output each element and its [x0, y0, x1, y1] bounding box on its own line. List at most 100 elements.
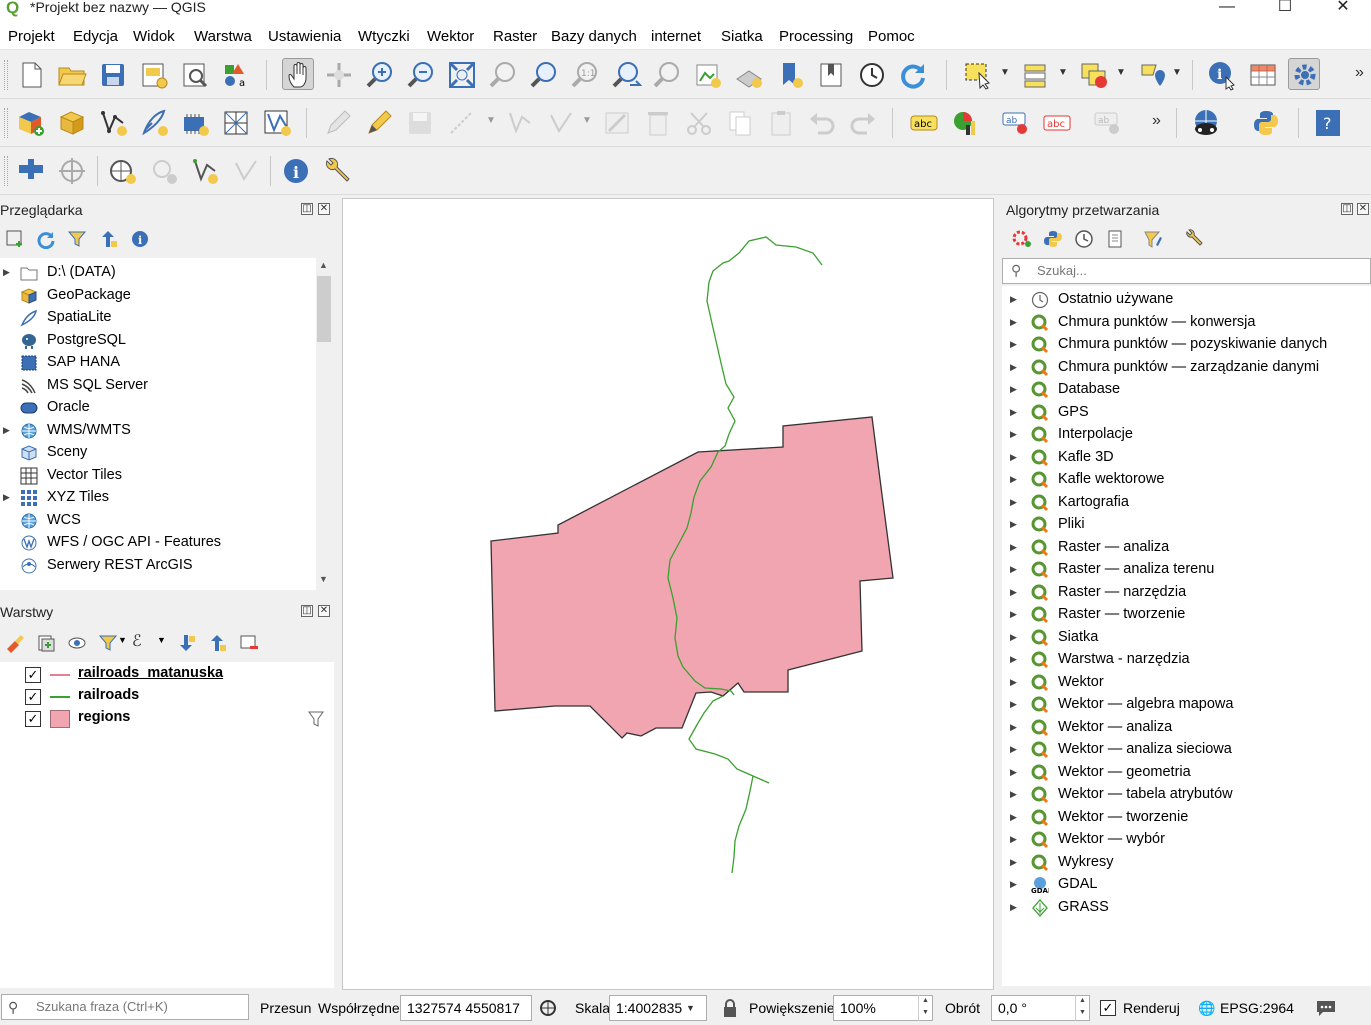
expand-arrow-icon[interactable]: ▶	[1010, 581, 1017, 603]
select-by-value-icon[interactable]	[1020, 59, 1052, 91]
about-info-icon[interactable]: i	[280, 155, 312, 187]
move-label-icon[interactable]: ab	[1092, 107, 1124, 139]
browser-item[interactable]: ▶ XYZ Tiles	[0, 486, 316, 508]
processing-search-input[interactable]: ⚲ Szukaj...	[1002, 258, 1371, 284]
paste-features-icon[interactable]	[765, 107, 797, 139]
expand-all-icon[interactable]	[176, 633, 196, 653]
vertex-editor-icon[interactable]	[189, 155, 221, 187]
browser-item[interactable]: MS SQL Server	[0, 374, 316, 396]
layer-diagram-icon[interactable]	[949, 107, 981, 139]
zoom-to-selection-icon[interactable]	[487, 59, 519, 91]
options-wrench-icon[interactable]	[1183, 229, 1205, 249]
algorithm-group[interactable]: ▶ Wektor — analiza sieciowa	[1000, 738, 1369, 760]
expand-arrow-icon[interactable]: ▶	[1010, 536, 1017, 558]
magnifier-spinner[interactable]: ▲ ▼	[918, 995, 932, 1021]
expand-arrow-icon[interactable]: ▶	[1010, 873, 1017, 895]
expand-arrow-icon[interactable]: ▶	[1010, 648, 1017, 670]
edit-layers-icon[interactable]	[322, 107, 354, 139]
identify-features-icon[interactable]: i	[1206, 59, 1238, 91]
save-layer-edits-icon[interactable]	[404, 107, 436, 139]
crs-globe-icon[interactable]: 🌐	[1198, 995, 1215, 1021]
browser-item[interactable]: GeoPackage	[0, 284, 316, 306]
undo-icon[interactable]	[806, 107, 838, 139]
move-point-icon[interactable]	[148, 155, 180, 187]
vertex-tool-icon[interactable]	[504, 107, 536, 139]
algorithm-group[interactable]: ▶ Wektor — tabela atrybutów	[1000, 783, 1369, 805]
magnifier-field[interactable]: 100% ▲ ▼	[833, 995, 933, 1021]
manage-visibility-icon[interactable]	[67, 633, 87, 653]
expression-dropdown-icon[interactable]: ▼	[157, 635, 166, 645]
expand-arrow-icon[interactable]: ▶	[1010, 626, 1017, 648]
layout-manager-icon[interactable]	[179, 59, 211, 91]
processing-toolbox-icon[interactable]	[1288, 58, 1320, 90]
select-location-icon[interactable]	[1136, 59, 1168, 91]
algorithm-group[interactable]: ▶ Chmura punktów — pozyskiwanie danych	[1000, 333, 1369, 355]
menu-ustawienia[interactable]: Ustawienia	[268, 28, 341, 45]
history-icon[interactable]	[1073, 229, 1095, 249]
new-mesh-layer-icon[interactable]	[261, 107, 293, 139]
pan-map-icon[interactable]	[282, 58, 314, 90]
collapse-all-icon[interactable]	[98, 229, 118, 249]
menu-projekt[interactable]: Projekt	[8, 28, 55, 45]
python-console-icon[interactable]	[1250, 107, 1282, 139]
python-scripts-icon[interactable]	[1042, 229, 1064, 249]
close-panel-icon[interactable]: ✕	[1357, 203, 1369, 215]
browser-item[interactable]: Sceny	[0, 441, 316, 463]
algorithm-group[interactable]: ▶ Raster — analiza	[1000, 536, 1369, 558]
layer-visibility-checkbox[interactable]: ✓	[25, 667, 41, 683]
menu-raster[interactable]: Raster	[493, 28, 537, 45]
cut-features-icon[interactable]	[683, 107, 715, 139]
zoom-next-icon[interactable]	[651, 59, 683, 91]
modify-attributes-icon[interactable]	[545, 107, 577, 139]
menu-internet[interactable]: internet	[651, 28, 701, 45]
refresh-browser-icon[interactable]	[36, 229, 56, 250]
select-value-dropdown-icon[interactable]: ▼	[1058, 67, 1068, 78]
browser-item[interactable]: SpatiaLite	[0, 306, 316, 328]
algorithm-group[interactable]: ▶ Wektor — algebra mapowa	[1000, 693, 1369, 715]
expand-arrow-icon[interactable]: ▶	[1010, 401, 1017, 423]
zoom-last-icon[interactable]	[610, 59, 643, 91]
float-panel-icon[interactable]: ◫	[1341, 203, 1353, 215]
close-button[interactable]: ✕	[1314, 0, 1371, 24]
layer-visibility-checkbox[interactable]: ✓	[25, 689, 41, 705]
select-dropdown-icon[interactable]: ▼	[1000, 67, 1010, 78]
expand-arrow-icon[interactable]: ▶	[1010, 783, 1017, 805]
filter-expression-icon[interactable]: ℰ	[132, 633, 152, 653]
expand-arrow-icon[interactable]: ▶	[1010, 468, 1017, 490]
algorithm-group[interactable]: ▶ Warstwa - narzędzia	[1000, 648, 1369, 670]
pan-to-selection-icon[interactable]	[323, 59, 355, 91]
close-panel-icon[interactable]: ✕	[318, 203, 330, 215]
menu-siatka[interactable]: Siatka	[721, 28, 763, 45]
help-icon[interactable]: ?	[1312, 107, 1344, 139]
algorithm-group[interactable]: ▶ Wektor	[1000, 671, 1369, 693]
algorithm-group[interactable]: ▶ Kartografia	[1000, 491, 1369, 513]
reshape-icon[interactable]	[230, 155, 262, 187]
expand-arrow-icon[interactable]: ▶	[1010, 423, 1017, 445]
expand-arrow-icon[interactable]: ▶	[1010, 311, 1017, 333]
lock-scale-icon[interactable]	[721, 998, 739, 1018]
menu-wektor[interactable]: Wektor	[427, 28, 474, 45]
models-icon[interactable]	[1011, 229, 1033, 249]
select-features-icon[interactable]	[962, 59, 994, 91]
zoom-native-icon[interactable]: 1:1	[569, 59, 601, 91]
style-panel-icon[interactable]	[5, 633, 25, 653]
algorithm-group[interactable]: ▶ Raster — tworzenie	[1000, 603, 1369, 625]
layer-row[interactable]: ✓ railroads	[0, 686, 334, 708]
browser-item[interactable]: WCS	[0, 509, 316, 531]
float-panel-icon[interactable]: ◫	[301, 203, 313, 215]
menu-wtyczki[interactable]: Wtyczki	[358, 28, 410, 45]
algorithm-group[interactable]: ▶ GPS	[1000, 401, 1369, 423]
coordinate-capture-icon[interactable]	[56, 155, 88, 187]
zoom-out-icon[interactable]	[405, 59, 437, 91]
data-source-manager-icon[interactable]	[15, 107, 47, 139]
toggle-extents-icon[interactable]	[538, 998, 558, 1018]
expand-arrow-icon[interactable]: ▶	[1010, 446, 1017, 468]
menu-warstwa[interactable]: Warstwa	[194, 28, 252, 45]
menu-pomoc[interactable]: Pomoc	[868, 28, 915, 45]
expand-arrow-icon[interactable]: ▶	[1010, 693, 1017, 715]
edit-features-in-place-icon[interactable]	[1142, 229, 1164, 249]
browser-item[interactable]: Vector Tiles	[0, 464, 316, 486]
rotation-spinner[interactable]: ▲ ▼	[1075, 995, 1089, 1021]
digitize-dropdown-icon[interactable]: ▼	[486, 115, 496, 126]
algorithm-group[interactable]: ▶ Interpolacje	[1000, 423, 1369, 445]
